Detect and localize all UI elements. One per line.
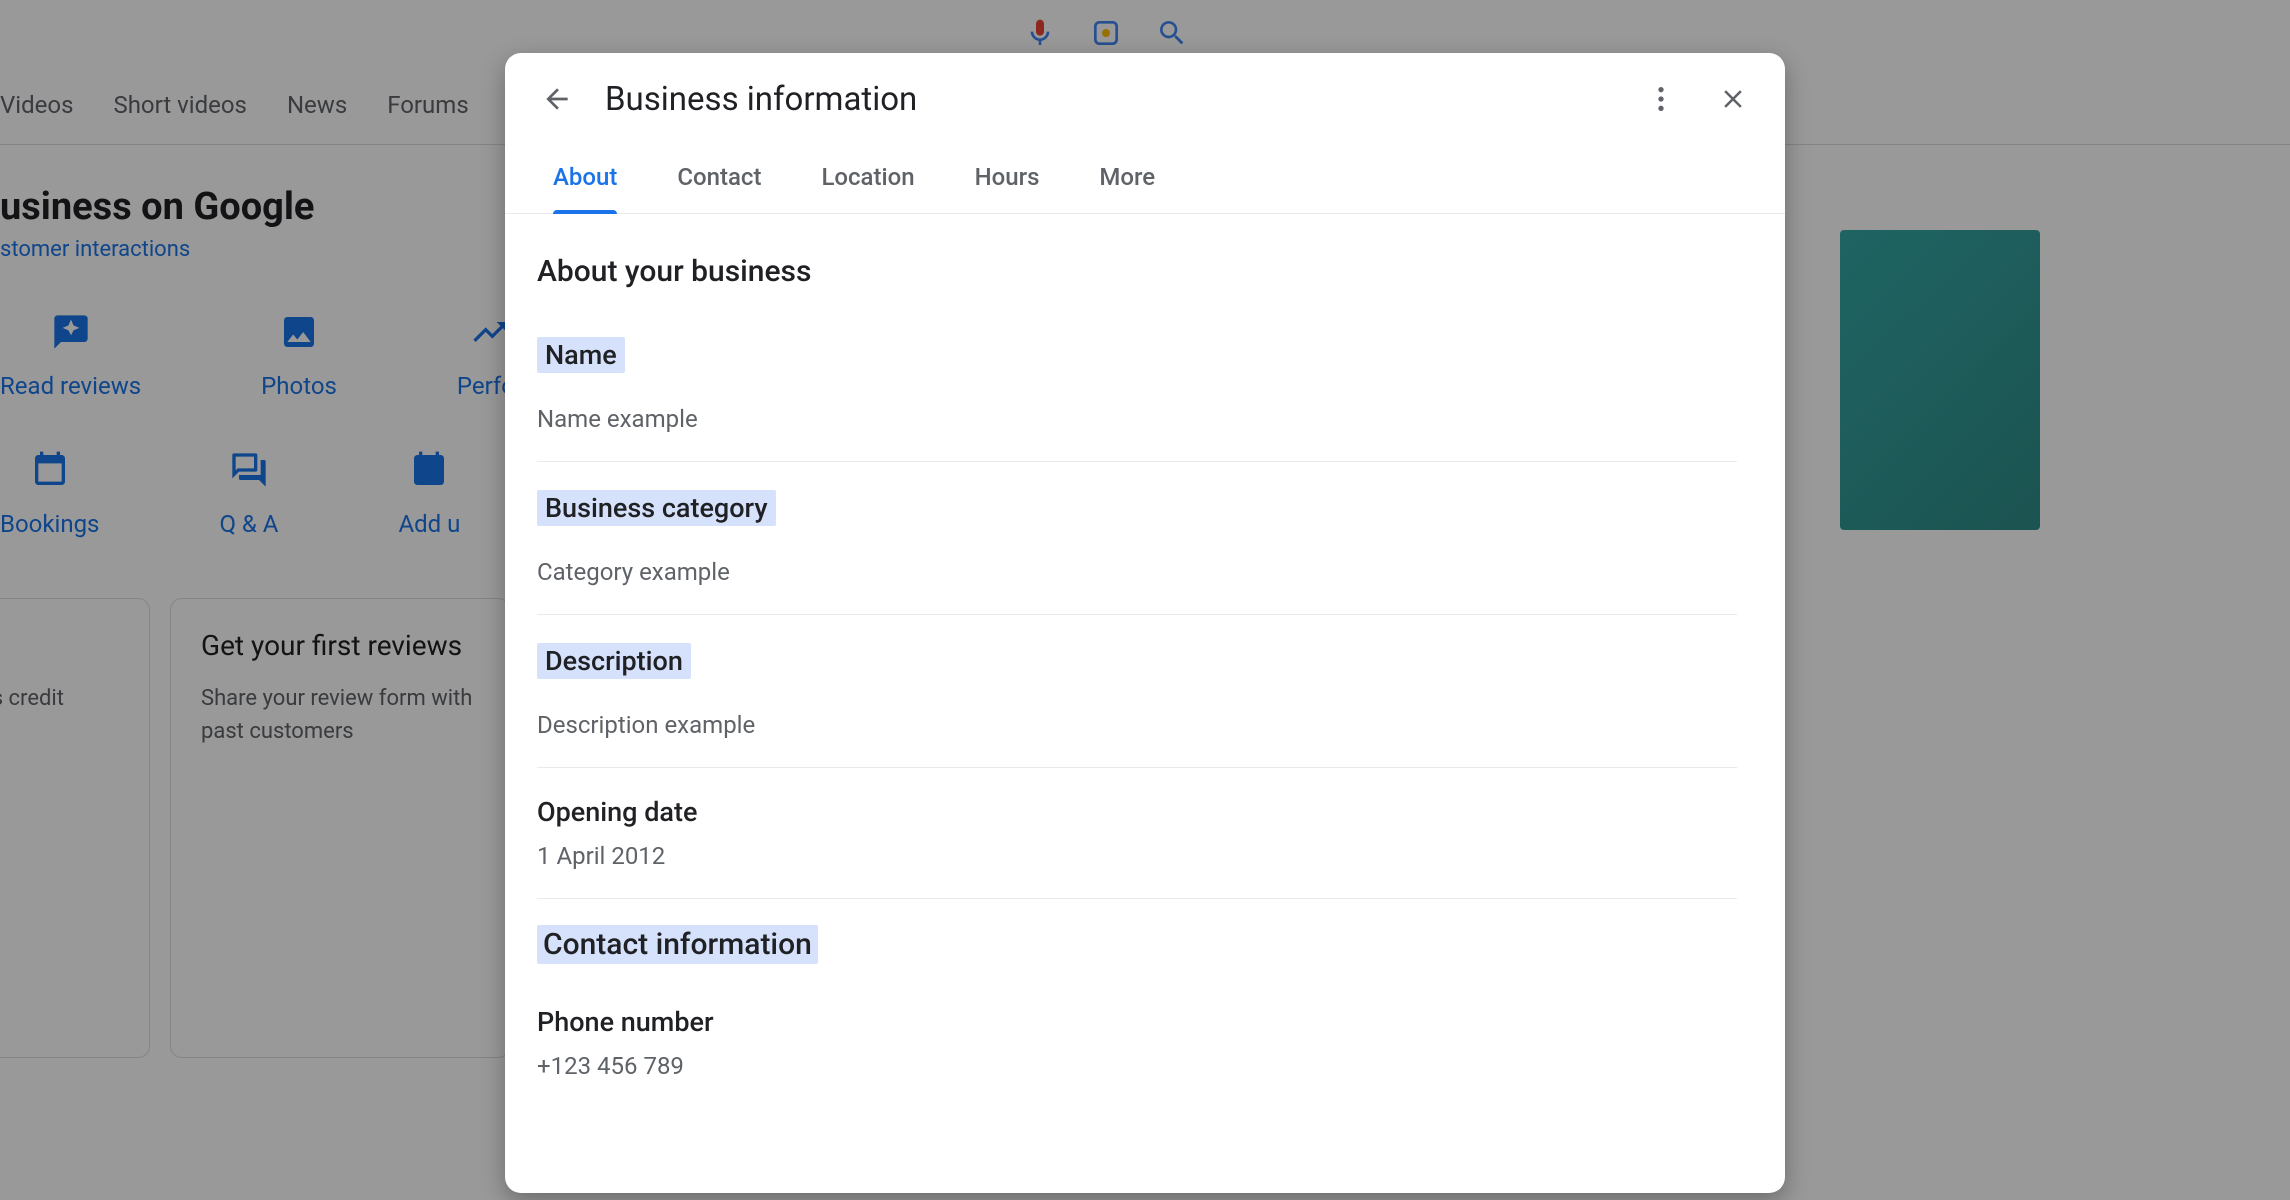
dialog-tabs: About Contact Location Hours More: [505, 145, 1785, 214]
field-label-phone: Phone number: [537, 1006, 714, 1038]
field-label-description: Description: [537, 643, 691, 679]
more-vert-icon: [1645, 83, 1677, 115]
field-value-phone: +123 456 789: [537, 1052, 1737, 1080]
field-phone[interactable]: Phone number +123 456 789: [537, 994, 1737, 1108]
more-options-button[interactable]: [1637, 75, 1685, 123]
tab-about[interactable]: About: [523, 145, 647, 213]
field-label-name: Name: [537, 337, 625, 373]
tab-hours[interactable]: Hours: [945, 145, 1070, 213]
field-opening-date[interactable]: Opening date 1 April 2012: [537, 784, 1737, 899]
dialog-header: Business information: [505, 53, 1785, 145]
back-button[interactable]: [533, 75, 581, 123]
section-about-heading: About your business: [537, 254, 1737, 289]
tab-location[interactable]: Location: [791, 145, 944, 213]
dialog-body[interactable]: About your business Name Name example Bu…: [505, 214, 1785, 1193]
arrow-back-icon: [541, 83, 573, 115]
section-contact-heading: Contact information: [537, 925, 818, 964]
dialog-title: Business information: [605, 80, 1613, 119]
tab-more[interactable]: More: [1069, 145, 1185, 213]
field-description[interactable]: Description Description example: [537, 631, 1737, 768]
field-value-opening-date: 1 April 2012: [537, 842, 1737, 870]
field-value-description: Description example: [537, 711, 1737, 739]
field-label-opening-date: Opening date: [537, 796, 697, 828]
close-icon: [1718, 84, 1748, 114]
field-value-category: Category example: [537, 558, 1737, 586]
tab-contact[interactable]: Contact: [647, 145, 791, 213]
close-button[interactable]: [1709, 75, 1757, 123]
field-label-category: Business category: [537, 490, 776, 526]
field-name[interactable]: Name Name example: [537, 325, 1737, 462]
field-value-name: Name example: [537, 405, 1737, 433]
field-category[interactable]: Business category Category example: [537, 478, 1737, 615]
business-information-dialog: Business information About Contact Locat…: [505, 53, 1785, 1193]
